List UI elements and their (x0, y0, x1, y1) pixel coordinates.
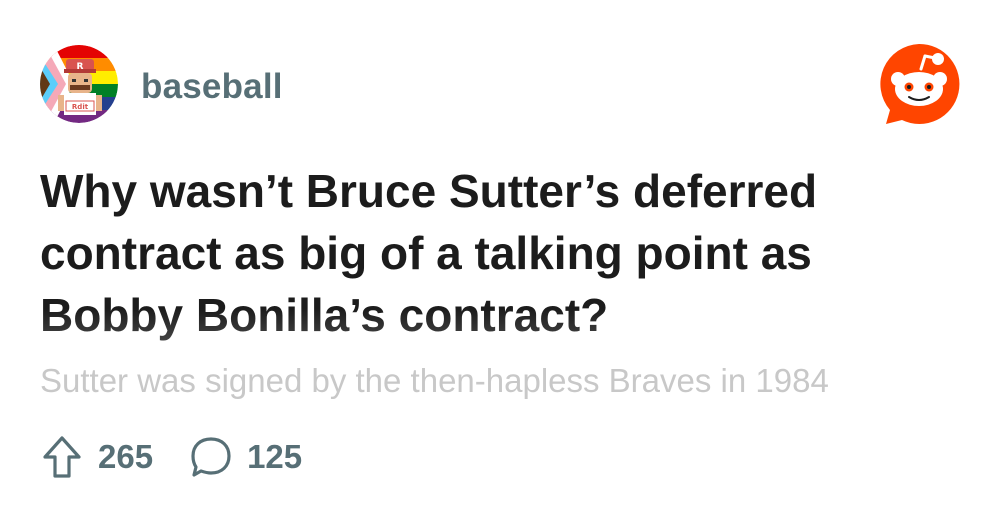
post-body-preview: Sutter was signed by the then-hapless Br… (40, 362, 829, 399)
comment-count: 125 (247, 438, 303, 475)
upvote-count: 265 (98, 438, 154, 475)
comment-stat[interactable]: 125 (189, 435, 302, 479)
upvote-arrow-icon[interactable] (40, 435, 84, 479)
subreddit-avatar-icon[interactable]: R Rdit (40, 45, 118, 123)
svg-text:Rdit: Rdit (72, 103, 89, 111)
comment-bubble-icon[interactable] (189, 435, 233, 479)
upvote-stat[interactable]: 265 (40, 435, 153, 479)
post-stats: 265 125 (40, 432, 338, 482)
post-title-line-2: contract as big of a talking point as (40, 227, 812, 279)
subreddit-name[interactable]: baseball (141, 67, 283, 107)
reddit-logo-icon (878, 43, 960, 125)
post-title-line-3: Bobby Bonilla’s contract? (40, 284, 940, 346)
post-card[interactable]: R Rdit baseball Why wasn’t Bruce Sutter’… (0, 0, 1000, 521)
post-title-line-1: Why wasn’t Bruce Sutter’s deferred (40, 165, 818, 217)
post-header: R Rdit baseball (40, 43, 960, 125)
svg-text:R: R (77, 62, 84, 72)
post-title[interactable]: Why wasn’t Bruce Sutter’s deferred contr… (40, 160, 940, 346)
